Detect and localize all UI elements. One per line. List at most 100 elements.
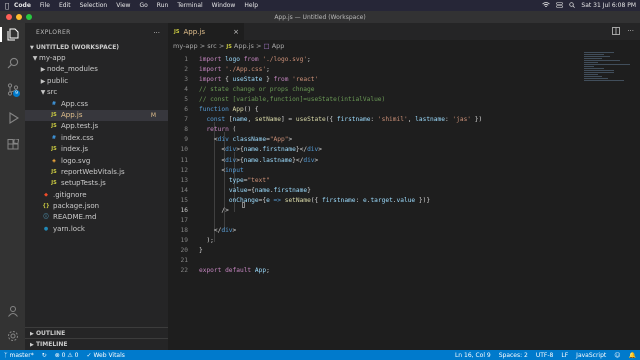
- tab-app-js[interactable]: JS App.js ×: [168, 23, 244, 40]
- menu-terminal[interactable]: Terminal: [177, 2, 202, 9]
- feedback-icon[interactable]: ☺: [614, 352, 620, 359]
- wifi-icon[interactable]: [542, 1, 551, 10]
- breadcrumb-file[interactable]: App.js: [234, 42, 254, 50]
- tree-folder[interactable]: ▼ my-app: [25, 53, 168, 64]
- menu-selection[interactable]: Selection: [80, 2, 108, 9]
- line-number: 2: [184, 66, 188, 74]
- code-token: {: [225, 76, 233, 84]
- breadcrumb-src[interactable]: src: [207, 42, 217, 50]
- split-editor-icon[interactable]: [612, 27, 621, 37]
- more-actions-icon[interactable]: ···: [153, 29, 160, 37]
- tree-folder[interactable]: ▼ src: [25, 87, 168, 98]
- control-center-icon[interactable]: [556, 1, 564, 10]
- tree-file[interactable]: ● yarn.lock: [25, 224, 168, 235]
- tree-file[interactable]: JS reportWebVitals.js: [25, 167, 168, 178]
- line-content: }: [199, 246, 203, 256]
- menu-window[interactable]: Window: [212, 2, 236, 9]
- code-line: 21: [168, 256, 578, 266]
- outline-section[interactable]: ▶ OUTLINE: [25, 327, 168, 338]
- tree-file[interactable]: # index.css: [25, 133, 168, 144]
- tree-file[interactable]: # App.css: [25, 99, 168, 110]
- explorer-title: EXPLORER: [36, 29, 71, 36]
- code-token: firstname: [336, 116, 371, 124]
- menu-help[interactable]: Help: [244, 2, 258, 9]
- line-number: 11: [180, 156, 188, 164]
- code-line: 15 onChange={e => setName({ firstname: e…: [168, 196, 578, 206]
- code-token: <: [199, 166, 226, 174]
- more-actions-icon[interactable]: ···: [627, 27, 634, 37]
- zoom-window-button[interactable]: [26, 14, 32, 20]
- end-of-line[interactable]: LF: [561, 352, 568, 359]
- notifications-bell-icon[interactable]: 🔔: [629, 352, 636, 359]
- code-editor[interactable]: 1 import logo from './logo.svg'; 2 import '…: [168, 52, 640, 350]
- tree-file[interactable]: ◈ logo.svg: [25, 156, 168, 167]
- menu-app-name[interactable]: Code: [14, 2, 31, 9]
- line-content: <div>{name.firstname}</div>: [199, 145, 322, 155]
- tree-file[interactable]: ◆ .gitignore: [25, 190, 168, 201]
- encoding[interactable]: UTF-8: [536, 352, 554, 359]
- indentation[interactable]: Spaces: 2: [499, 352, 528, 359]
- apple-icon[interactable]: : [0, 2, 14, 10]
- menu-run[interactable]: Run: [157, 2, 169, 9]
- tree-item-label: index.css: [61, 133, 94, 142]
- tree-item-label: App.js: [61, 110, 83, 119]
- workspace-header[interactable]: ▼ UNTITLED (WORKSPACE): [25, 42, 168, 53]
- modified-badge: M: [150, 111, 156, 119]
- check-icon: ✓: [86, 351, 92, 359]
- clock-text[interactable]: Sat 31 Jul 6:08 PM: [581, 2, 636, 9]
- js-file-icon: JS: [51, 111, 57, 118]
- menu-view[interactable]: View: [116, 2, 130, 9]
- extensions-icon[interactable]: [6, 138, 19, 151]
- tree-item-label: App.test.js: [61, 122, 99, 131]
- tree-folder[interactable]: ▶ node_modules: [25, 64, 168, 75]
- web-vitals-indicator[interactable]: ✓ Web Vitals: [87, 352, 125, 359]
- line-number: 9: [184, 136, 188, 144]
- code-token: import: [199, 56, 226, 63]
- code-token: >: [232, 226, 237, 234]
- sync-icon[interactable]: ↻: [42, 352, 47, 359]
- language-mode[interactable]: JavaScript: [576, 352, 606, 359]
- code-token: input: [225, 166, 244, 174]
- window-title: App.js — Untitled (Workspace): [274, 13, 366, 21]
- breadcrumb-folder[interactable]: my-app: [173, 42, 198, 50]
- code-token: :: [355, 196, 363, 204]
- tree-folder[interactable]: ▶ public: [25, 76, 168, 87]
- code-token: const: [206, 116, 229, 124]
- menu-edit[interactable]: Edit: [59, 2, 71, 9]
- search-icon[interactable]: [6, 56, 19, 69]
- line-number: 3: [184, 76, 188, 84]
- line-content: // const [variable,function]=useState(in…: [199, 95, 385, 105]
- menu-file[interactable]: File: [40, 2, 50, 9]
- code-token: ,: [247, 116, 255, 124]
- code-token: import: [199, 76, 226, 84]
- code-token: className: [232, 136, 267, 144]
- minimap[interactable]: [584, 52, 632, 92]
- problems-indicator[interactable]: ⊗ 0 ⚠ 0: [55, 352, 79, 359]
- tree-file[interactable]: JS index.js: [25, 144, 168, 155]
- tree-file[interactable]: {} package.json: [25, 201, 168, 212]
- account-icon[interactable]: [6, 304, 19, 317]
- code-token: "text": [247, 176, 270, 184]
- tree-item-label: src: [47, 88, 58, 97]
- tree-file[interactable]: JS setupTests.js: [25, 178, 168, 189]
- breadcrumb-symbol[interactable]: App: [272, 42, 285, 50]
- timeline-section[interactable]: ▶ TIMELINE: [25, 338, 168, 349]
- tree-file[interactable]: ⓘ README.md: [25, 212, 168, 223]
- spotlight-icon[interactable]: [569, 1, 576, 10]
- tree-file[interactable]: JS App.test.js: [25, 121, 168, 132]
- close-window-button[interactable]: [6, 14, 12, 20]
- manage-gear-icon[interactable]: [6, 329, 19, 342]
- cursor-position[interactable]: Ln 16, Col 9: [455, 352, 491, 359]
- branch-indicator[interactable]: ᛉ master*: [4, 352, 34, 359]
- explorer-files-icon[interactable]: [0, 27, 19, 42]
- code-token: :: [370, 116, 378, 124]
- code-line: 4 // state change or props chnage: [168, 85, 578, 95]
- close-icon[interactable]: ×: [233, 28, 239, 36]
- status-bar: ᛉ master* ↻ ⊗ 0 ⚠ 0 ✓ Web Vitals Ln 16, …: [0, 350, 640, 360]
- tree-file[interactable]: JS App.js M: [25, 109, 168, 122]
- menu-go[interactable]: Go: [139, 2, 147, 9]
- run-debug-icon[interactable]: [6, 111, 19, 124]
- minimize-window-button[interactable]: [16, 14, 22, 20]
- line-number: 4: [184, 86, 188, 94]
